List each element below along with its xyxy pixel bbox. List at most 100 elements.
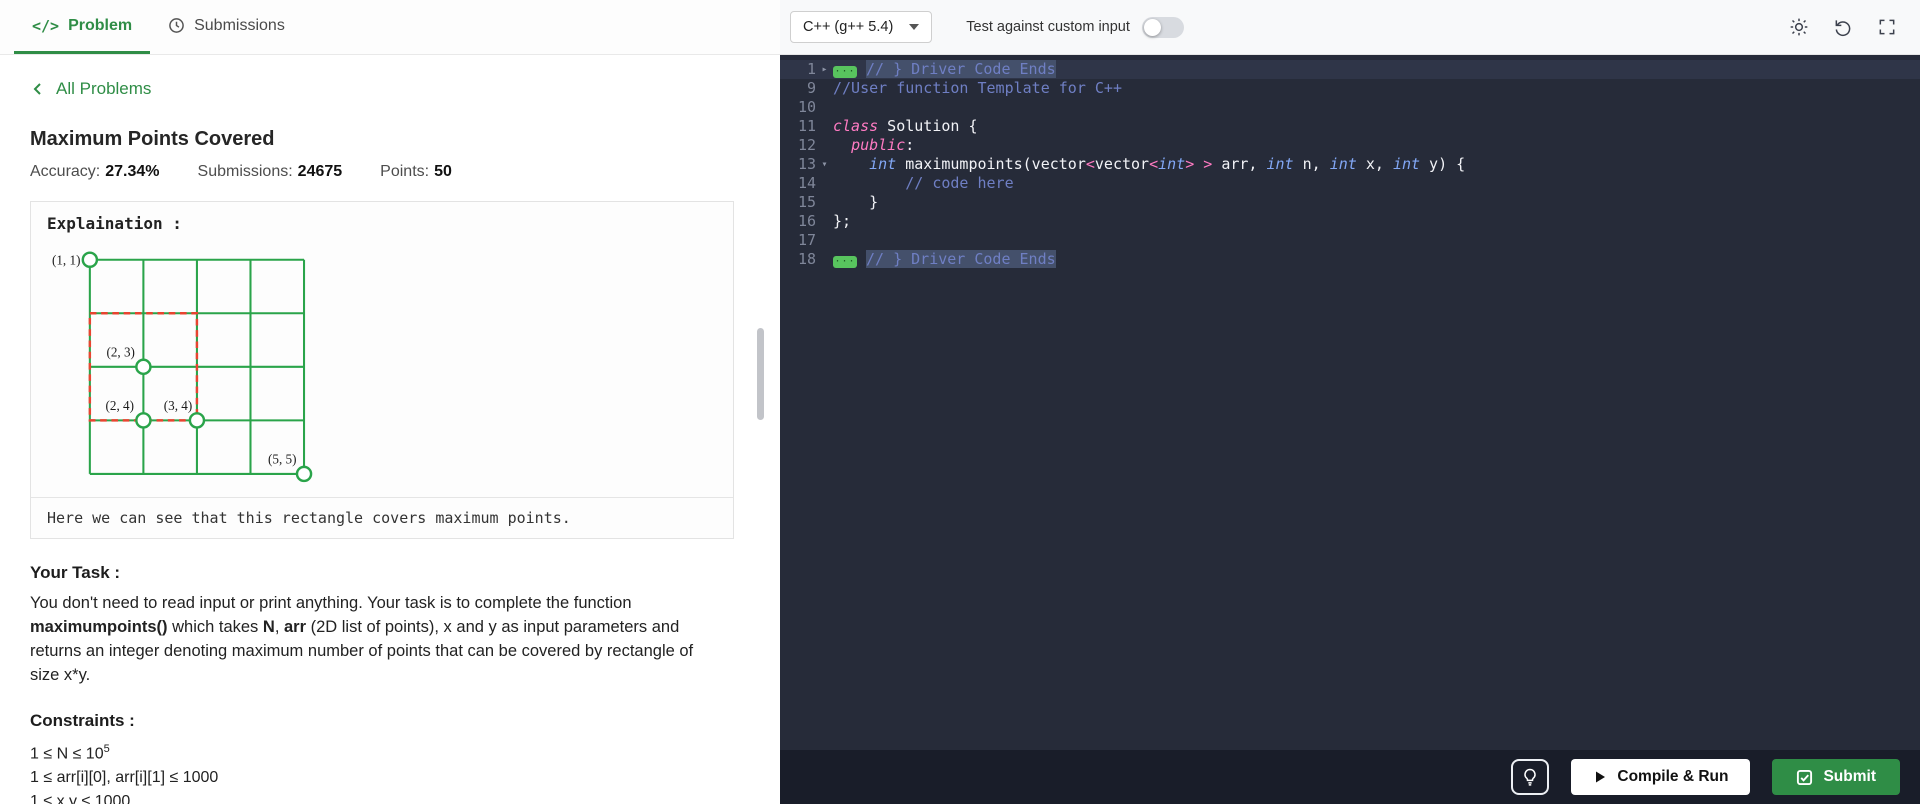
chevron-left-icon (30, 81, 46, 97)
brightness-button[interactable] (1782, 10, 1816, 44)
custom-input-label: Test against custom input (966, 19, 1130, 35)
tab-problem-label: Problem (68, 16, 133, 34)
code-line[interactable]: 10 (780, 98, 1920, 117)
language-select[interactable]: C++ (g++ 5.4) (790, 11, 933, 43)
point-marker (135, 358, 152, 376)
fold-marker-icon (816, 250, 833, 269)
line-number: 15 (797, 193, 816, 211)
play-icon (1593, 770, 1607, 784)
brightness-icon (1789, 17, 1809, 37)
tab-submissions-label: Submissions (194, 16, 285, 34)
code-line-text: // code here (833, 174, 1014, 192)
app-root: </> Problem Submissions All Problems Max… (0, 0, 1920, 804)
code-line-text: public: (851, 136, 915, 154)
submit-button[interactable]: Submit (1772, 759, 1900, 795)
point-label: (2, 4) (106, 398, 134, 413)
point-marker (135, 412, 152, 429)
task-paragraph: You don't need to read input or print an… (30, 594, 694, 684)
fold-marker-icon (816, 136, 833, 155)
code-line[interactable]: 14 // code here (780, 174, 1920, 193)
code-line-text: ···// } Driver Code Ends (833, 60, 1056, 78)
fold-marker-icon (816, 79, 833, 98)
fold-marker-icon[interactable]: ▸ (816, 60, 833, 79)
code-line[interactable]: 15 } (780, 193, 1920, 212)
constraints: 1 ≤ N ≤ 105 1 ≤ arr[i][0], arr[i][1] ≤ 1… (30, 737, 750, 804)
chevron-down-icon (909, 24, 920, 30)
reset-code-icon (1833, 17, 1853, 37)
tab-submissions[interactable]: Submissions (150, 0, 303, 54)
code-line[interactable]: 18 ···// } Driver Code Ends (780, 250, 1920, 269)
code-line-text: } (833, 193, 879, 211)
folded-code-badge[interactable]: ··· (833, 256, 857, 268)
line-number: 12 (797, 136, 816, 154)
toggle-knob (1143, 18, 1161, 36)
page-title: Maximum Points Covered (30, 128, 275, 150)
problem-panel-header: </> Problem Submissions (0, 0, 780, 55)
point-label: (2, 3) (106, 344, 134, 359)
bulb-icon (1520, 767, 1540, 787)
constraint-line: 1 ≤ x,y ≤ 1000 (30, 793, 131, 804)
problem-content: All Problems Maximum Points Covered Accu… (0, 55, 780, 804)
constraint-line: 1 ≤ arr[i][0], arr[i][1] ≤ 1000 (30, 769, 219, 787)
left-scrollbar[interactable] (757, 56, 764, 798)
code-line[interactable]: 11 class Solution { (780, 117, 1920, 136)
code-line-text: ···// } Driver Code Ends (833, 250, 1056, 268)
line-number: 10 (797, 98, 816, 116)
editor-topbar: C++ (g++ 5.4) Test against custom input (780, 0, 1920, 55)
code-editor[interactable]: 1 ▸ ···// } Driver Code Ends 9 //User functi… (780, 55, 1920, 750)
point-marker (295, 465, 313, 483)
fullscreen-button[interactable] (1870, 10, 1904, 44)
fold-marker-icon (816, 212, 833, 231)
code-line[interactable]: 1 ▸ ···// } Driver Code Ends (780, 60, 1920, 79)
code-lines: 1 ▸ ···// } Driver Code Ends 9 //User functi… (780, 60, 1920, 269)
check-square-icon (1796, 769, 1813, 786)
bulb-button[interactable] (1511, 759, 1550, 795)
editor-panel: C++ (g++ 5.4) Test against custom input (780, 0, 1920, 804)
example-box: Explaination : (1, 1) (2, 3) (2, 4) (3, … (30, 201, 734, 539)
reset-code-button[interactable] (1826, 10, 1860, 44)
constraint-line: 1 ≤ N ≤ 105 (30, 743, 110, 763)
point-label: (5, 5) (268, 452, 296, 467)
point-marker (188, 412, 206, 429)
code-icon: </> (32, 16, 60, 35)
point-label: (1, 1) (52, 252, 80, 267)
clock-icon (168, 17, 185, 34)
fold-marker-icon[interactable]: ▾ (816, 155, 833, 174)
code-line-text: class Solution { (833, 117, 978, 135)
code-line-text: }; (833, 212, 852, 230)
scrollbar-thumb[interactable] (757, 328, 764, 420)
point-marker (81, 251, 99, 268)
folded-code-badge[interactable]: ··· (833, 66, 857, 78)
code-line[interactable]: 17 (780, 231, 1920, 250)
back-link-label: All Problems (56, 79, 152, 98)
code-line[interactable]: 16}; (780, 212, 1920, 231)
submit-label: Submit (1823, 768, 1876, 785)
fold-marker-icon (816, 231, 833, 250)
editor-actions-bar: Compile & Run Submit (780, 750, 1920, 804)
line-number: 13 (797, 155, 816, 173)
fold-marker-icon (816, 174, 833, 193)
stat-accuracy: Accuracy: 27.34% (30, 163, 160, 180)
task-heading: Your Task : (30, 563, 121, 582)
problem-stats: Accuracy: 27.34% Submissions: 24675 Points… (30, 163, 750, 181)
point-labels: (1, 1) (2, 3) (2, 4) (3, 4) (5, 5) (52, 252, 297, 466)
code-line[interactable]: 12 public: (780, 136, 1920, 155)
fold-marker-icon (816, 117, 833, 136)
stat-submissions: Submissions: 24675 (197, 163, 343, 180)
custom-input-control: Test against custom input (966, 16, 1184, 38)
line-number: 9 (806, 79, 816, 97)
custom-input-toggle[interactable] (1141, 16, 1184, 38)
line-number: 17 (797, 231, 816, 249)
line-number: 14 (797, 174, 816, 192)
back-link[interactable]: All Problems (30, 79, 151, 99)
code-line-text: //User function Template for C++ (833, 79, 1122, 97)
compile-run-label: Compile & Run (1617, 768, 1729, 785)
code-line[interactable]: 13 ▾ int maximumpoints(vector<vector<int>… (780, 155, 1920, 174)
line-number: 11 (797, 117, 816, 135)
point-label: (3, 4) (164, 398, 192, 413)
problem-panel: </> Problem Submissions All Problems Max… (0, 0, 780, 804)
stat-points: Points: 50 (380, 163, 452, 180)
tab-problem[interactable]: </> Problem (14, 0, 151, 54)
code-line[interactable]: 9 //User function Template for C++ (780, 79, 1920, 98)
compile-run-button[interactable]: Compile & Run (1571, 759, 1751, 795)
